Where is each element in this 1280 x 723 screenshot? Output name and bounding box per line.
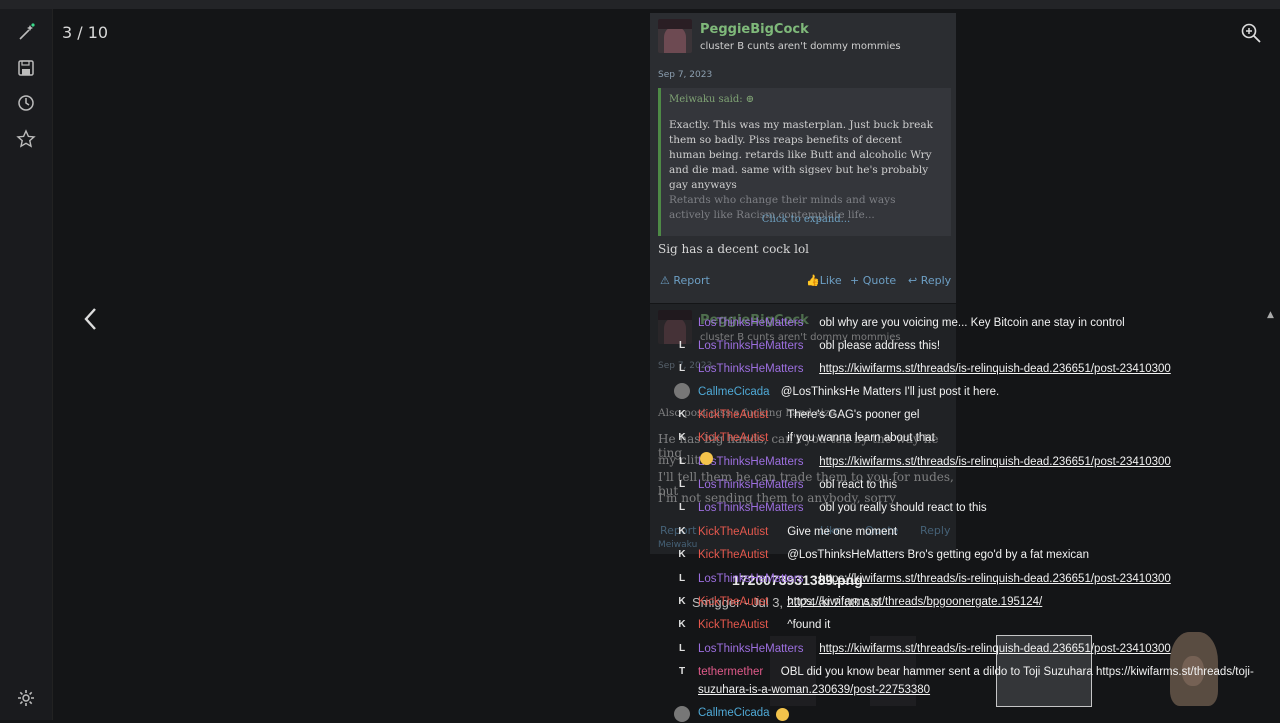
chat-message: L LosThinksHeMatters obl you really should… bbox=[676, 500, 1276, 518]
magic-icon[interactable] bbox=[16, 23, 36, 43]
zoom-in-icon[interactable] bbox=[1240, 22, 1262, 44]
chat-username[interactable]: LosThinksHeMatters bbox=[698, 317, 803, 329]
chat-badge: L bbox=[678, 643, 686, 654]
chat-message: K KickTheAutist @LosThinksHeMatters Bro's … bbox=[676, 547, 1276, 565]
report-button[interactable]: ⚠ Report bbox=[660, 274, 710, 287]
chat-text: OBL did you know bear hammer sent a dild… bbox=[780, 666, 1254, 678]
image-counter: 3 / 10 bbox=[62, 23, 109, 42]
chat-text: if you wanna learn about that bbox=[787, 432, 935, 444]
post-body: Sig has a decent cock lol bbox=[658, 242, 810, 256]
save-icon[interactable] bbox=[16, 58, 36, 78]
chat-username[interactable]: KickTheAutist bbox=[698, 619, 768, 631]
chat-username[interactable]: LosThinksHeMatters bbox=[698, 502, 803, 514]
chat-username[interactable]: tethermether bbox=[698, 666, 763, 678]
expand-link[interactable]: Click to expand... bbox=[661, 214, 951, 225]
chat-text: There's GAG's pooner gel bbox=[787, 409, 920, 421]
chat-badge: L bbox=[678, 363, 686, 374]
chat-username[interactable]: LosThinksHeMatters bbox=[698, 363, 803, 375]
chat-message: L LosThinksHeMatters https://kiwifarms.st/… bbox=[676, 454, 1276, 472]
chat-badge: L bbox=[678, 479, 686, 490]
forum-post: PeggieBigCock cluster B cunts aren't dom… bbox=[650, 13, 956, 303]
chat-text: @LosThinksHeMatters Bro's getting ego'd … bbox=[787, 549, 1089, 561]
emoji-icon bbox=[700, 452, 713, 465]
viewer-sidebar bbox=[0, 9, 53, 720]
chat-username[interactable]: CallmeCicada bbox=[698, 707, 770, 719]
reply-button[interactable]: ↩ Reply bbox=[908, 274, 951, 287]
quote-author[interactable]: Meiwaku said: ⊕ bbox=[669, 94, 754, 105]
chat-username[interactable]: CallmeCicada bbox=[698, 386, 770, 398]
chat-message: L LosThinksHeMatters obl react to this bbox=[676, 477, 1276, 495]
chat-badge: K bbox=[678, 526, 686, 537]
chat-username[interactable]: LosThinksHeMatters bbox=[698, 643, 803, 655]
chat-text: obl react to this bbox=[819, 479, 898, 491]
top-bar bbox=[0, 0, 1280, 9]
chat-badge: K bbox=[678, 549, 686, 560]
settings-icon[interactable] bbox=[16, 688, 36, 708]
chat-message: K KickTheAutist https://kiwifarms.st/threa… bbox=[676, 594, 1276, 612]
post-actions: ⚠ Report 👍Like + Quote ↩ Reply bbox=[650, 272, 956, 292]
quote-button[interactable]: + Quote bbox=[850, 274, 896, 287]
chevron-left-icon[interactable] bbox=[80, 305, 102, 333]
chat-link[interactable]: https://kiwifarms.st/threads/is-relinqui… bbox=[819, 573, 1171, 585]
chat-text: obl why are you voicing me... Key Bitcoi… bbox=[819, 317, 1125, 329]
chat-username[interactable]: LosThinksHeMatters bbox=[698, 573, 803, 585]
chat-badge: K bbox=[678, 432, 686, 443]
emoji-icon bbox=[776, 708, 789, 721]
chat-message: L LosThinksHeMatters obl please address th… bbox=[676, 338, 1276, 356]
chat-message: CallmeCicada bbox=[676, 705, 1276, 723]
quote-text: Exactly. This was my masterplan. Just bu… bbox=[669, 119, 933, 191]
post-date[interactable]: Sep 7, 2023 bbox=[658, 70, 712, 80]
chat-message: L LosThinksHeMatters https://kiwifarms.st/… bbox=[676, 571, 1276, 589]
chat-link[interactable]: https://kiwifarms.st/threads/is-relinqui… bbox=[819, 363, 1171, 375]
avatar bbox=[658, 19, 692, 53]
chat-username[interactable]: KickTheAutist bbox=[698, 596, 768, 608]
chat-text: Give me one moment bbox=[787, 526, 898, 538]
chat-username[interactable]: KickTheAutist bbox=[698, 432, 768, 444]
chat-link[interactable]: https://kiwifarms.st/threads/bpgoonergat… bbox=[787, 596, 1042, 608]
history-icon[interactable] bbox=[16, 93, 36, 113]
chat-text: obl please address this! bbox=[819, 340, 941, 352]
chat-badge: T bbox=[678, 666, 686, 677]
post-user-title: cluster B cunts aren't dommy mommies bbox=[700, 41, 901, 52]
chat-message: LosThinksHeMatters obl why are you voicin… bbox=[676, 315, 1276, 333]
chat-text: obl you really should react to this bbox=[819, 502, 987, 514]
chat-message: K KickTheAutist Give me one moment bbox=[676, 524, 1276, 542]
chat-badge: L bbox=[678, 340, 686, 351]
chat-message: K KickTheAutist if you wanna learn about t… bbox=[676, 430, 1276, 448]
like-button[interactable]: 👍Like bbox=[806, 274, 842, 287]
chat-badge: K bbox=[678, 596, 686, 607]
chat-link[interactable]: https://kiwifarms.st/threads/is-relinqui… bbox=[819, 643, 1171, 655]
chat-badge: K bbox=[678, 409, 686, 420]
chat-username[interactable]: KickTheAutist bbox=[698, 526, 768, 538]
chat-username[interactable]: LosThinksHeMatters bbox=[698, 456, 803, 468]
post-username[interactable]: PeggieBigCock bbox=[700, 22, 809, 37]
chat-link[interactable]: suzuhara-is-a-woman.230639/post-22753380 bbox=[698, 684, 930, 696]
avatar bbox=[674, 383, 690, 399]
chat-message: L LosThinksHeMatters https://kiwifarms.st/… bbox=[676, 361, 1276, 379]
chat-message: L LosThinksHeMatters https://kiwifarms.st/… bbox=[676, 641, 1276, 659]
quote-block: Meiwaku said: ⊕ Exactly. This was my mas… bbox=[658, 88, 951, 236]
chat-text: ^found it bbox=[787, 619, 831, 631]
chat-message: CallmeCicada @LosThinksHe Matters I'll ju… bbox=[676, 384, 1276, 402]
chat-message: K KickTheAutist There's GAG's pooner gel bbox=[676, 407, 1276, 425]
chat-badge: L bbox=[678, 502, 686, 513]
star-icon[interactable] bbox=[16, 129, 36, 149]
chat-username[interactable]: LosThinksHeMatters bbox=[698, 479, 803, 491]
chat-username[interactable]: LosThinksHeMatters bbox=[698, 340, 803, 352]
chat-text: @LosThinksHe Matters I'll just post it h… bbox=[780, 386, 1000, 398]
chat-username[interactable]: KickTheAutist bbox=[698, 549, 768, 561]
chat-message: Ttethermether OBL did you know bear hamme… bbox=[676, 664, 1276, 682]
chat-badge: K bbox=[678, 619, 686, 630]
chat-message: suzuhara-is-a-woman.230639/post-22753380 bbox=[676, 682, 1276, 700]
chat-overlay: LosThinksHeMatters obl why are you voicin… bbox=[674, 312, 1276, 723]
chat-username[interactable]: KickTheAutist bbox=[698, 409, 768, 421]
chat-badge: L bbox=[678, 456, 686, 467]
chat-message: K KickTheAutist ^found it bbox=[676, 617, 1276, 635]
chat-badge: L bbox=[678, 573, 686, 584]
chat-link[interactable]: https://kiwifarms.st/threads/is-relinqui… bbox=[819, 456, 1171, 468]
